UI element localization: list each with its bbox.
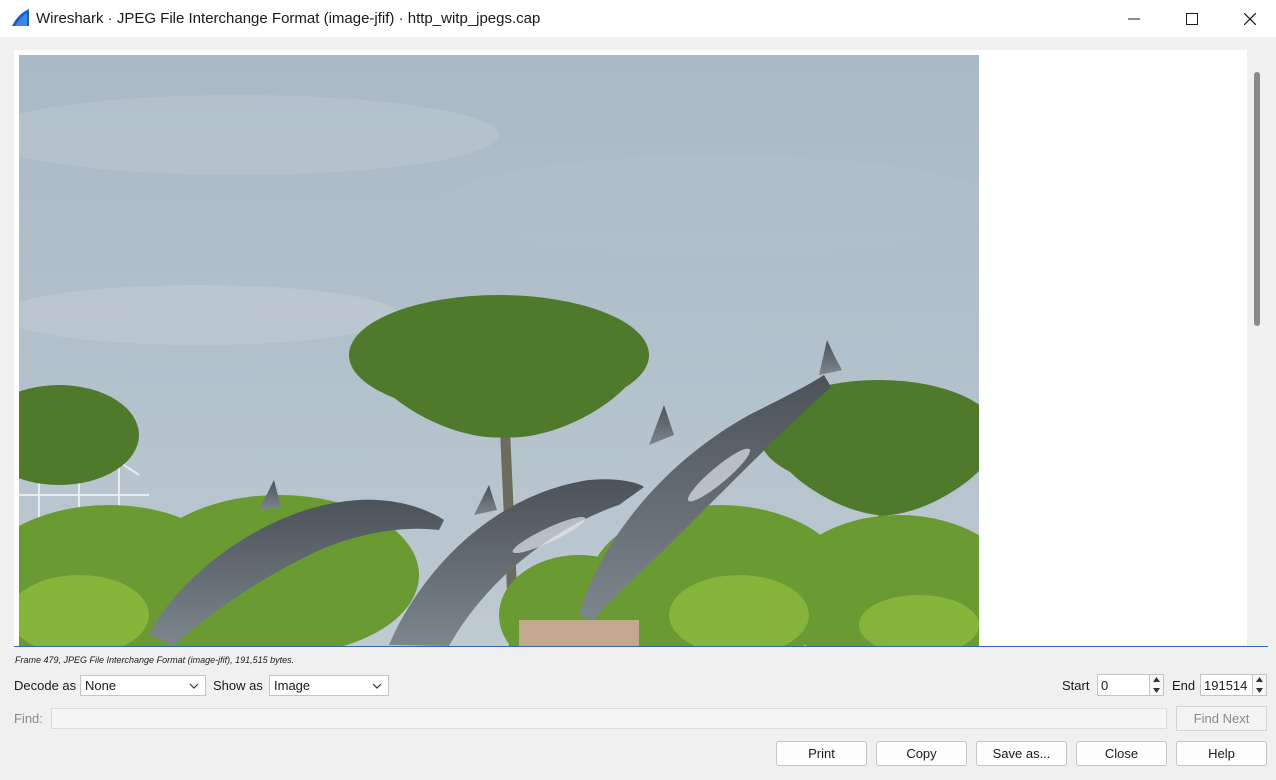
find-input[interactable] bbox=[51, 708, 1167, 729]
end-spin-arrows[interactable] bbox=[1252, 675, 1266, 695]
spin-down-icon[interactable] bbox=[1253, 685, 1266, 695]
end-label: End bbox=[1172, 678, 1196, 693]
wireshark-fin-icon bbox=[12, 9, 29, 26]
chevron-down-icon bbox=[189, 683, 199, 689]
close-icon bbox=[1244, 12, 1256, 25]
title-bar: Wireshark · JPEG File Interchange Format… bbox=[0, 0, 1276, 37]
image-viewer[interactable] bbox=[14, 50, 1268, 647]
start-value: 0 bbox=[1101, 678, 1109, 693]
print-button[interactable]: Print bbox=[776, 741, 867, 766]
copy-button[interactable]: Copy bbox=[876, 741, 967, 766]
spin-down-icon[interactable] bbox=[1150, 685, 1163, 695]
end-value: 191514 bbox=[1204, 678, 1248, 693]
close-button[interactable]: Close bbox=[1076, 741, 1167, 766]
spin-up-icon[interactable] bbox=[1150, 675, 1163, 685]
save-as-button[interactable]: Save as... bbox=[976, 741, 1067, 766]
chevron-down-icon bbox=[372, 683, 382, 689]
dolphin-photo bbox=[19, 55, 979, 646]
maximize-icon bbox=[1186, 12, 1198, 25]
frame-info-text: Frame 479, JPEG File Interchange Format … bbox=[15, 655, 295, 665]
close-window-button[interactable] bbox=[1221, 0, 1276, 37]
find-next-button[interactable]: Find Next bbox=[1176, 706, 1267, 731]
window-title: Wireshark · JPEG File Interchange Format… bbox=[36, 10, 541, 27]
help-button[interactable]: Help bbox=[1176, 741, 1267, 766]
decode-as-label: Decode as bbox=[14, 678, 77, 693]
minimize-button[interactable] bbox=[1105, 0, 1163, 37]
jpeg-image bbox=[19, 55, 979, 646]
start-label: Start bbox=[1062, 678, 1090, 693]
scrollbar-thumb[interactable] bbox=[1254, 72, 1260, 326]
spin-up-icon[interactable] bbox=[1253, 675, 1266, 685]
vertical-scrollbar[interactable] bbox=[1247, 50, 1268, 646]
start-spin-arrows[interactable] bbox=[1149, 675, 1163, 695]
maximize-button[interactable] bbox=[1163, 0, 1221, 37]
show-as-value: Image bbox=[274, 678, 311, 693]
find-label: Find: bbox=[14, 711, 43, 726]
decode-as-value: None bbox=[85, 678, 117, 693]
start-spinbox[interactable]: 0 bbox=[1097, 674, 1164, 696]
show-as-label: Show as bbox=[213, 678, 263, 693]
minimize-icon bbox=[1128, 18, 1140, 19]
decode-as-select[interactable]: None bbox=[80, 675, 206, 696]
end-spinbox[interactable]: 191514 bbox=[1200, 674, 1267, 696]
show-as-select[interactable]: Image bbox=[269, 675, 389, 696]
